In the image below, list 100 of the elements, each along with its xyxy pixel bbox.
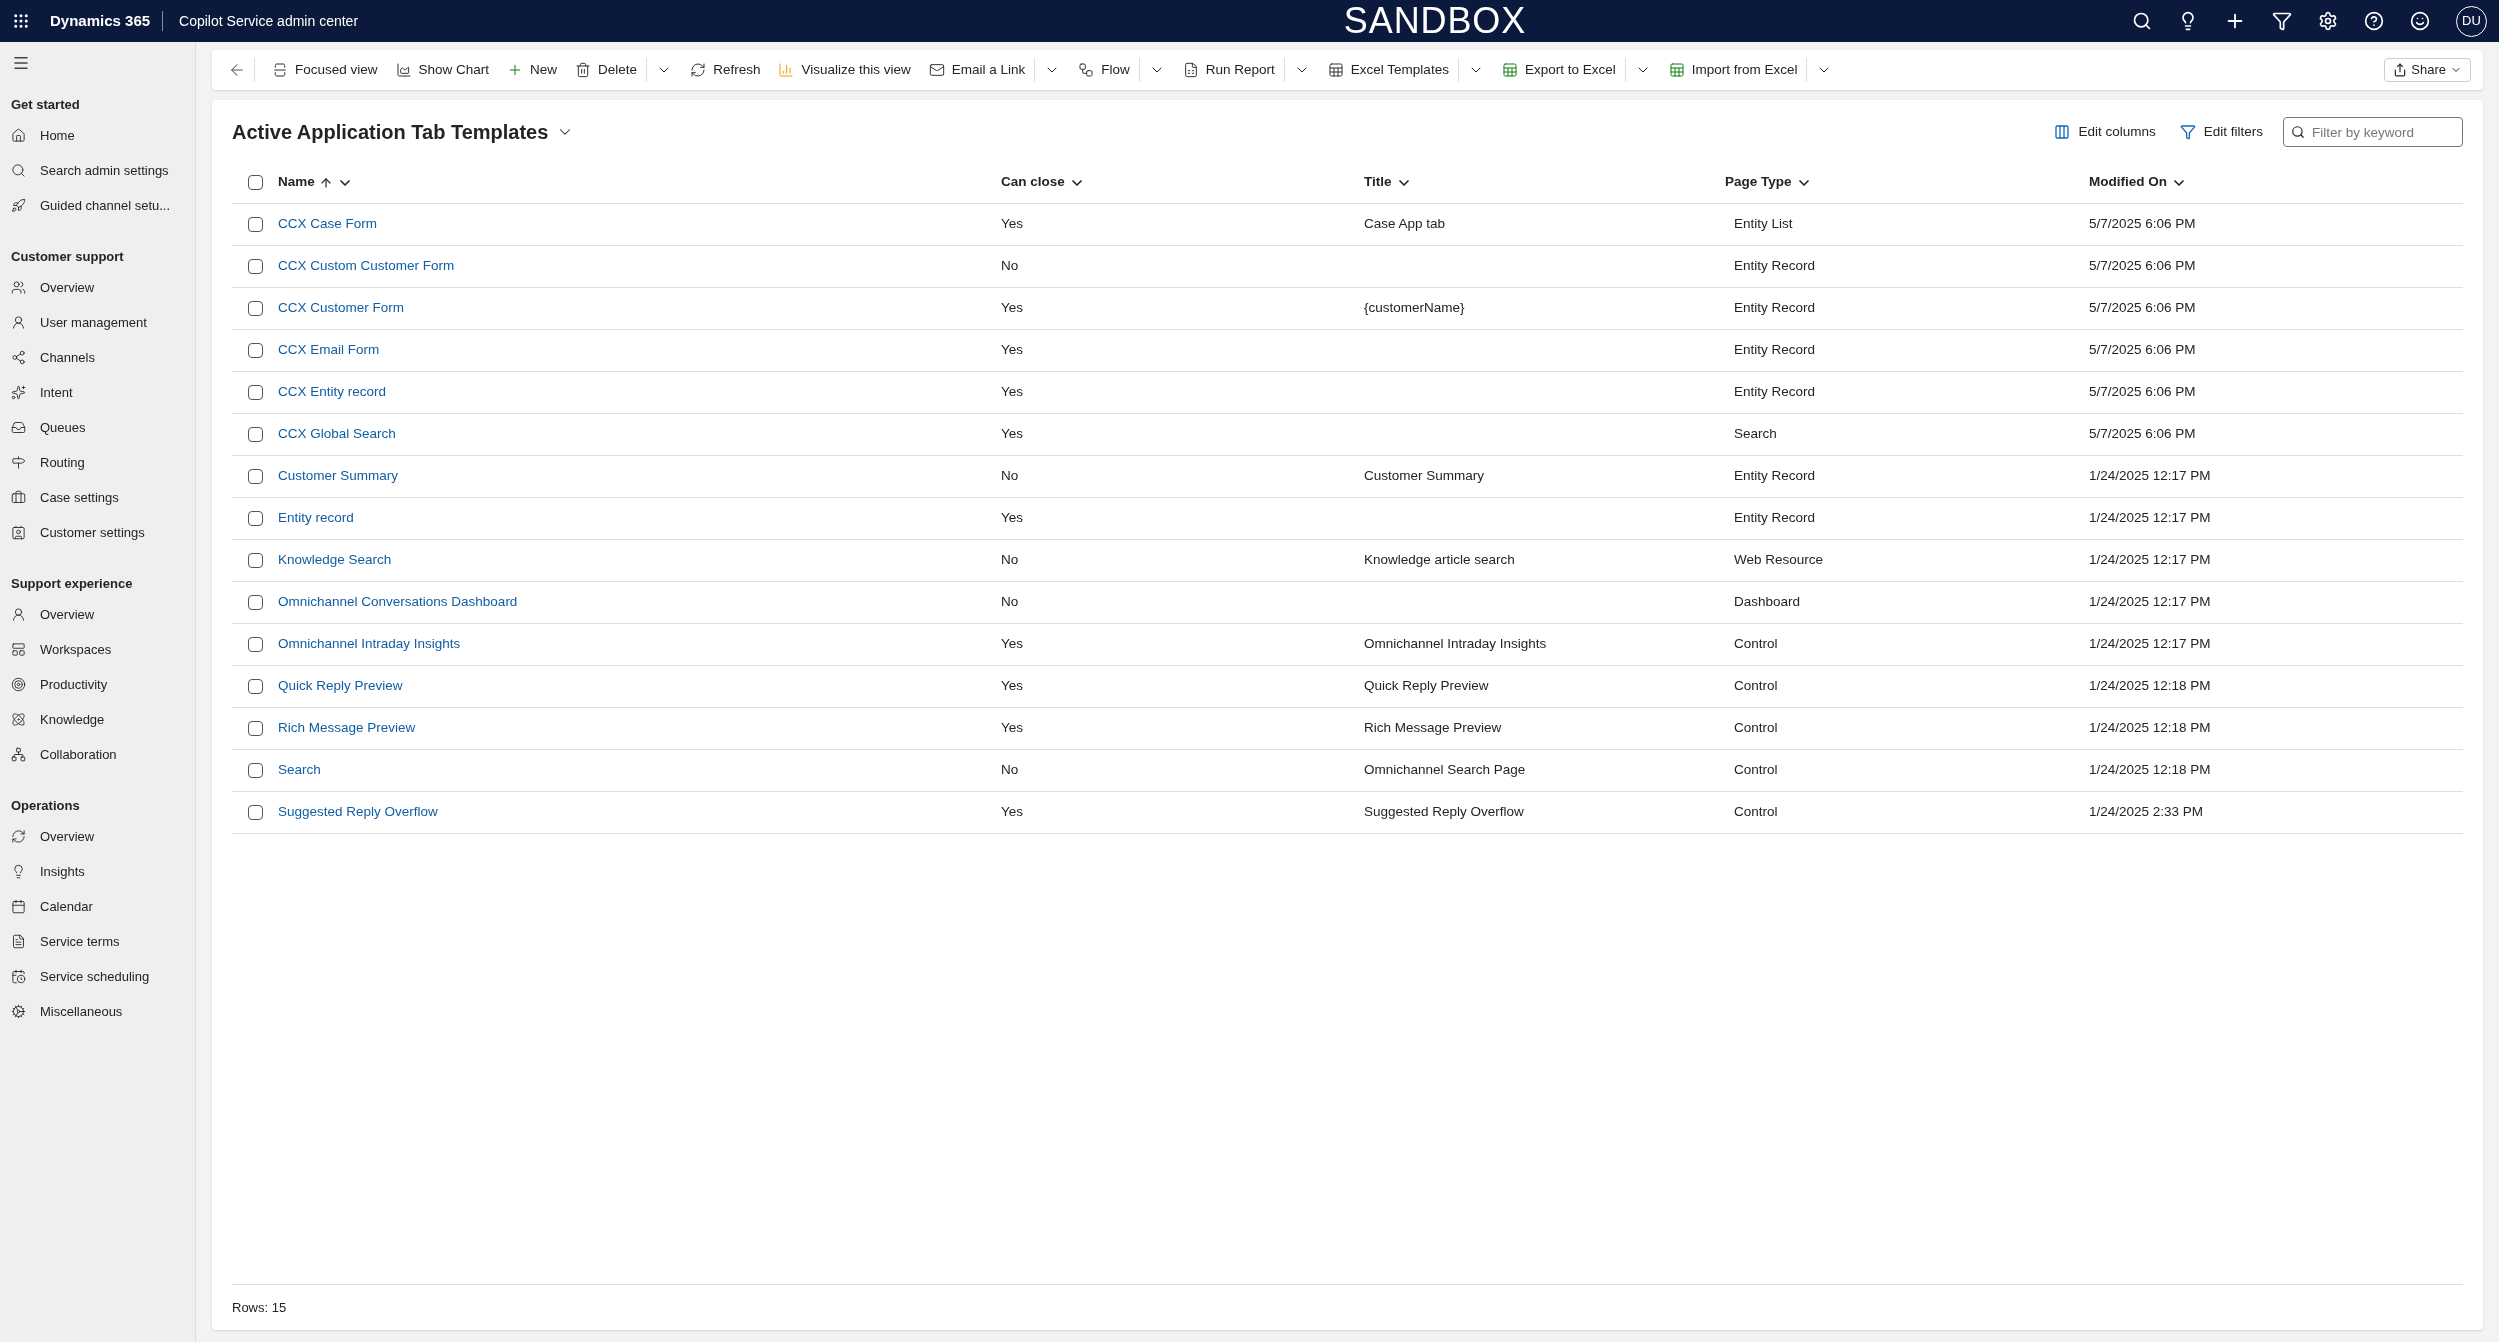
table-row[interactable]: Rich Message Preview Yes Rich Message Preview Control 1/24/2025 12:18 PM xyxy=(232,708,2463,750)
filter-icon[interactable] xyxy=(2272,11,2292,31)
row-checkbox[interactable] xyxy=(247,637,263,652)
sidebar-item[interactable]: Guided channel setu... xyxy=(0,188,195,223)
row-checkbox[interactable] xyxy=(247,469,263,484)
row-checkbox[interactable] xyxy=(247,511,263,526)
record-link[interactable]: Entity record xyxy=(278,510,354,526)
table-row[interactable]: Knowledge Search No Knowledge article search Web Resource 1/24/2025 12:17 PM xyxy=(232,540,2463,582)
record-link[interactable]: Suggested Reply Overflow xyxy=(278,804,438,820)
toolbar-button[interactable]: Delete xyxy=(566,54,647,86)
record-link[interactable]: Search xyxy=(278,762,321,778)
sidebar-item[interactable]: Overview xyxy=(0,819,195,854)
table-cell: 5/7/2025 6:06 PM xyxy=(2089,300,2196,316)
column-header[interactable]: Modified On xyxy=(2089,172,2463,193)
table-row[interactable]: Omnichannel Intraday Insights Yes Omnichannel Intraday Insights Control 1/24/2025 12:17 PM xyxy=(232,624,2463,666)
menu-icon[interactable] xyxy=(12,54,30,72)
table-row[interactable]: CCX Global Search Yes Search 5/7/2025 6:06 PM xyxy=(232,414,2463,456)
table-row[interactable]: Quick Reply Preview Yes Quick Reply Preview Control 1/24/2025 12:18 PM xyxy=(232,666,2463,708)
table-row[interactable]: Entity record Yes Entity Record 1/24/2025 12:17 PM xyxy=(232,498,2463,540)
sidebar-item[interactable]: Customer settings xyxy=(0,515,195,550)
sidebar-item[interactable]: Home xyxy=(0,118,195,153)
sidebar-item[interactable]: Queues xyxy=(0,410,195,445)
toolbar-button[interactable]: New xyxy=(498,54,567,86)
sidebar-item[interactable]: Case settings xyxy=(0,480,195,515)
toolbar-button[interactable]: Show Chart xyxy=(386,54,499,86)
row-checkbox[interactable] xyxy=(247,721,263,736)
toolbar-button[interactable]: Visualize this view xyxy=(769,54,920,86)
table-row[interactable]: CCX Custom Customer Form No Entity Record 5/7/2025 6:06 PM xyxy=(232,246,2463,288)
column-header[interactable]: Page Type xyxy=(1725,172,2089,193)
table-row[interactable]: Suggested Reply Overflow Yes Suggested Reply Overflow Control 1/24/2025 2:33 PM xyxy=(232,792,2463,834)
record-link[interactable]: Knowledge Search xyxy=(278,552,392,568)
record-link[interactable]: Customer Summary xyxy=(278,468,399,484)
row-checkbox[interactable] xyxy=(247,343,263,358)
toolbar-button[interactable]: Import from Excel xyxy=(1659,54,1807,86)
edit-columns-button[interactable]: Edit columns xyxy=(2054,121,2156,143)
sidebar-item[interactable]: Service scheduling xyxy=(0,959,195,994)
row-checkbox[interactable] xyxy=(247,805,263,820)
column-header[interactable]: Can close xyxy=(1001,172,1364,193)
row-checkbox[interactable] xyxy=(247,427,263,442)
sidebar-item[interactable]: Search admin settings xyxy=(0,153,195,188)
sidebar-item[interactable]: Workspaces xyxy=(0,632,195,667)
sidebar-item[interactable]: Overview xyxy=(0,270,195,305)
table-row[interactable]: Omnichannel Conversations Dashboard No Dashboard 1/24/2025 12:17 PM xyxy=(232,582,2463,624)
record-link[interactable]: CCX Customer Form xyxy=(278,300,404,316)
row-checkbox[interactable] xyxy=(247,553,263,568)
sidebar-item[interactable]: Routing xyxy=(0,445,195,480)
sidebar-item[interactable]: Calendar xyxy=(0,889,195,924)
row-checkbox[interactable] xyxy=(247,385,263,400)
row-checkbox[interactable] xyxy=(247,259,263,274)
row-checkbox[interactable] xyxy=(247,595,263,610)
sidebar-item[interactable]: User management xyxy=(0,305,195,340)
row-checkbox[interactable] xyxy=(247,217,263,232)
table-row[interactable]: CCX Email Form Yes Entity Record 5/7/2025 6:06 PM xyxy=(232,330,2463,372)
sidebar-item[interactable]: Knowledge xyxy=(0,702,195,737)
table-row[interactable]: CCX Customer Form Yes {customerName} Entity Record 5/7/2025 6:06 PM xyxy=(232,288,2463,330)
record-link[interactable]: CCX Case Form xyxy=(278,216,377,232)
search-icon[interactable] xyxy=(2132,11,2152,31)
sidebar-item[interactable]: Service terms xyxy=(0,924,195,959)
record-link[interactable]: Quick Reply Preview xyxy=(278,678,403,694)
view-selector[interactable]: Active Application Tab Templates xyxy=(232,117,575,147)
toolbar-button[interactable]: Refresh xyxy=(681,54,770,86)
row-checkbox[interactable] xyxy=(247,301,263,316)
record-link[interactable]: Omnichannel Conversations Dashboard xyxy=(278,594,518,610)
table-cell: 5/7/2025 6:06 PM xyxy=(2089,384,2196,400)
toolbar-button[interactable]: Export to Excel xyxy=(1492,54,1625,86)
sidebar-item[interactable]: Productivity xyxy=(0,667,195,702)
settings-icon[interactable] xyxy=(2318,11,2338,31)
select-all-checkbox[interactable] xyxy=(247,175,263,190)
table-row[interactable]: Search No Omnichannel Search Page Control 1/24/2025 12:18 PM xyxy=(232,750,2463,792)
table-row[interactable]: Customer Summary No Customer Summary Entity Record 1/24/2025 12:17 PM xyxy=(232,456,2463,498)
share-button[interactable]: Share xyxy=(2384,58,2471,82)
record-link[interactable]: CCX Email Form xyxy=(278,342,380,358)
column-header[interactable]: Title xyxy=(1364,172,1725,193)
back-icon[interactable] xyxy=(228,61,246,79)
record-link[interactable]: CCX Global Search xyxy=(278,426,396,442)
report-icon xyxy=(1182,62,1199,78)
record-link[interactable]: Rich Message Preview xyxy=(278,720,416,736)
sidebar-item[interactable]: Intent xyxy=(0,375,195,410)
table-row[interactable]: CCX Entity record Yes Entity Record 5/7/2025 6:06 PM xyxy=(232,372,2463,414)
record-link[interactable]: CCX Entity record xyxy=(278,384,387,400)
toolbar-button[interactable]: Run Report xyxy=(1173,54,1284,86)
table-row[interactable]: CCX Case Form Yes Case App tab Entity List 5/7/2025 6:06 PM xyxy=(232,204,2463,246)
column-header[interactable]: Name xyxy=(278,172,1001,193)
edit-filters-button[interactable]: Edit filters xyxy=(2179,121,2263,143)
toolbar-button[interactable]: Flow xyxy=(1069,54,1139,86)
smiley-icon[interactable] xyxy=(2410,11,2430,31)
row-checkbox[interactable] xyxy=(247,763,263,778)
filter-field[interactable]: Filter by keyword xyxy=(2283,117,2463,147)
help-icon[interactable] xyxy=(2364,11,2384,31)
sidebar-item[interactable]: Miscellaneous xyxy=(0,994,195,1029)
sidebar-item[interactable]: Collaboration xyxy=(0,737,195,772)
sidebar-item[interactable]: Insights xyxy=(0,854,195,889)
toolbar-button[interactable]: Email a Link xyxy=(919,54,1035,86)
sidebar-item[interactable]: Overview xyxy=(0,597,195,632)
record-link[interactable]: CCX Custom Customer Form xyxy=(278,258,455,274)
row-checkbox[interactable] xyxy=(247,679,263,694)
sidebar-item[interactable]: Channels xyxy=(0,340,195,375)
toolbar-button[interactable]: Focused view xyxy=(263,54,387,86)
record-link[interactable]: Omnichannel Intraday Insights xyxy=(278,636,461,652)
toolbar-button[interactable]: Excel Templates xyxy=(1318,54,1458,86)
